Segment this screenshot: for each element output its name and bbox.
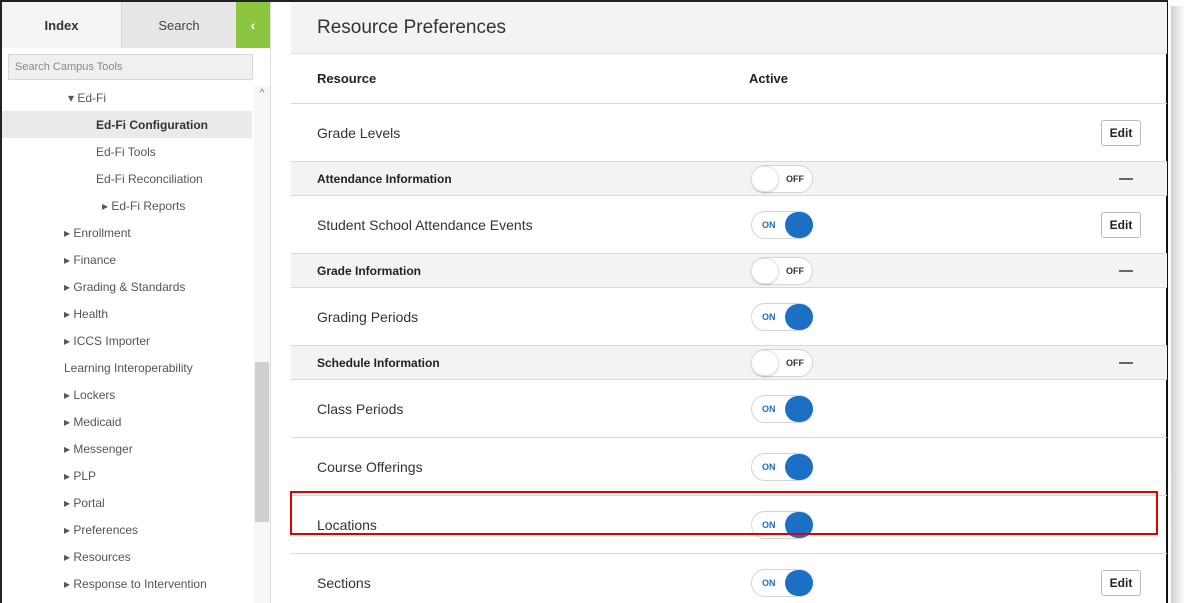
active-toggle[interactable]: ON [751, 452, 813, 481]
scrollbar-thumb[interactable] [255, 362, 269, 522]
resource-row: Grading Periods ON [291, 288, 1167, 346]
chevron-up-icon[interactable]: ^ [254, 88, 270, 102]
sidebar-item[interactable]: ▸ Preferences [2, 516, 252, 543]
sidebar-item[interactable]: ▸ Response to Intervention [2, 570, 252, 597]
toggle-state-label: OFF [786, 265, 804, 276]
resource-table: Resource Active Grade Levels Edit Attendan… [291, 54, 1167, 603]
group-label: Grade Information [317, 263, 422, 278]
toggle-knob [785, 303, 813, 330]
group-row: Grade Information OFF [291, 254, 1167, 288]
group-label: Schedule Information [317, 355, 440, 370]
sidebar-item[interactable]: Ed-Fi Tools [2, 138, 252, 165]
collapse-icon[interactable] [1119, 269, 1133, 272]
toggle-knob [785, 211, 813, 238]
resource-name: Student School Attendance Events [317, 216, 533, 233]
sidebar-scrollbar[interactable]: ^ [254, 86, 270, 603]
table-header: Resource Active [291, 54, 1167, 104]
column-header-resource: Resource [317, 71, 377, 86]
frame-shadow [1171, 6, 1185, 603]
active-toggle[interactable]: OFF [751, 348, 813, 377]
sidebar-item[interactable]: ▸ Messenger [2, 435, 252, 462]
tab-search[interactable]: Search [122, 2, 236, 48]
resource-row: Course Offerings ON [291, 438, 1167, 496]
active-toggle[interactable]: ON [751, 210, 813, 239]
sidebar-item[interactable]: Ed-Fi Reconciliation [2, 165, 252, 192]
resource-name: Grading Periods [317, 308, 419, 325]
collapse-icon[interactable] [1119, 361, 1133, 364]
resource-name: Grade Levels [317, 124, 401, 141]
toggle-state-label: ON [762, 519, 776, 530]
toggle-knob [785, 395, 813, 422]
sidebar-item[interactable]: ▸ Grading & Standards [2, 273, 252, 300]
sidebar-item[interactable]: ▸ PLP [2, 462, 252, 489]
toggle-knob [751, 349, 779, 376]
resource-name: Course Offerings [317, 458, 423, 475]
search-campus-tools-input[interactable]: Search Campus Tools [8, 54, 253, 80]
resource-name: Sections [317, 574, 371, 591]
sidebar-item[interactable]: ▸ Ed-Fi Reports [2, 192, 252, 219]
edit-button[interactable]: Edit [1101, 119, 1141, 146]
column-header-active: Active [749, 71, 789, 86]
edit-button[interactable]: Edit [1101, 211, 1141, 238]
sidebar-item[interactable]: ▸ Medicaid [2, 408, 252, 435]
toggle-state-label: OFF [786, 357, 804, 368]
sidebar-item[interactable]: ▸ Resources [2, 543, 252, 570]
resource-row: Class Periods ON [291, 380, 1167, 438]
toggle-state-label: ON [762, 219, 776, 230]
sidebar-item[interactable]: ▸ Health [2, 300, 252, 327]
toggle-knob [751, 165, 779, 192]
toggle-state-label: ON [762, 577, 776, 588]
sidebar-tabs: Index Search ‹ [2, 2, 270, 48]
main-panel: Resource Preferences Resource Active Gra… [270, 2, 1167, 603]
resource-row: Locations ON [291, 496, 1167, 554]
toggle-knob [785, 569, 813, 596]
group-row: Attendance Information OFF [291, 162, 1167, 196]
tab-index[interactable]: Index [2, 2, 122, 48]
sidebar-item[interactable]: ▸ Enrollment [2, 219, 252, 246]
sidebar-item[interactable]: ▸ Lockers [2, 381, 252, 408]
sidebar-tree: ▾ Ed-Fi Ed-Fi Configuration Ed-Fi Tools Ed-… [2, 84, 252, 597]
chevron-left-icon: ‹ [250, 17, 256, 33]
resource-row: Student School Attendance Events ON Edit [291, 196, 1167, 254]
toggle-state-label: ON [762, 311, 776, 322]
collapse-icon[interactable] [1119, 177, 1133, 180]
collapse-sidebar-button[interactable]: ‹ [236, 2, 270, 48]
edit-button[interactable]: Edit [1101, 569, 1141, 596]
active-toggle[interactable]: OFF [751, 164, 813, 193]
toggle-state-label: ON [762, 403, 776, 414]
active-toggle[interactable]: ON [751, 302, 813, 331]
toggle-knob [751, 257, 779, 284]
group-label: Attendance Information [317, 171, 452, 186]
sidebar: Index Search ‹ Search Campus Tools ▾ Ed-… [2, 2, 270, 603]
resource-name: Locations [317, 516, 377, 533]
resource-name: Class Periods [317, 400, 404, 417]
sidebar-item[interactable]: ▸ ICCS Importer [2, 327, 252, 354]
toggle-state-label: OFF [786, 173, 804, 184]
resource-row: Sections ON Edit [291, 554, 1167, 603]
sidebar-item[interactable]: Ed-Fi Configuration [2, 111, 252, 138]
sidebar-item[interactable]: ▾ Ed-Fi [2, 84, 252, 111]
sidebar-item[interactable]: Learning Interoperability [2, 354, 252, 381]
toggle-knob [785, 511, 813, 538]
group-row: Schedule Information OFF [291, 346, 1167, 380]
resource-row: Grade Levels Edit [291, 104, 1167, 162]
toggle-knob [785, 453, 813, 480]
sidebar-item[interactable]: ▸ Finance [2, 246, 252, 273]
toggle-state-label: ON [762, 461, 776, 472]
page-title: Resource Preferences [291, 2, 1167, 54]
active-toggle[interactable]: OFF [751, 256, 813, 285]
active-toggle[interactable]: ON [751, 568, 813, 597]
sidebar-item[interactable]: ▸ Portal [2, 489, 252, 516]
active-toggle[interactable]: ON [751, 510, 813, 539]
active-toggle[interactable]: ON [751, 394, 813, 423]
